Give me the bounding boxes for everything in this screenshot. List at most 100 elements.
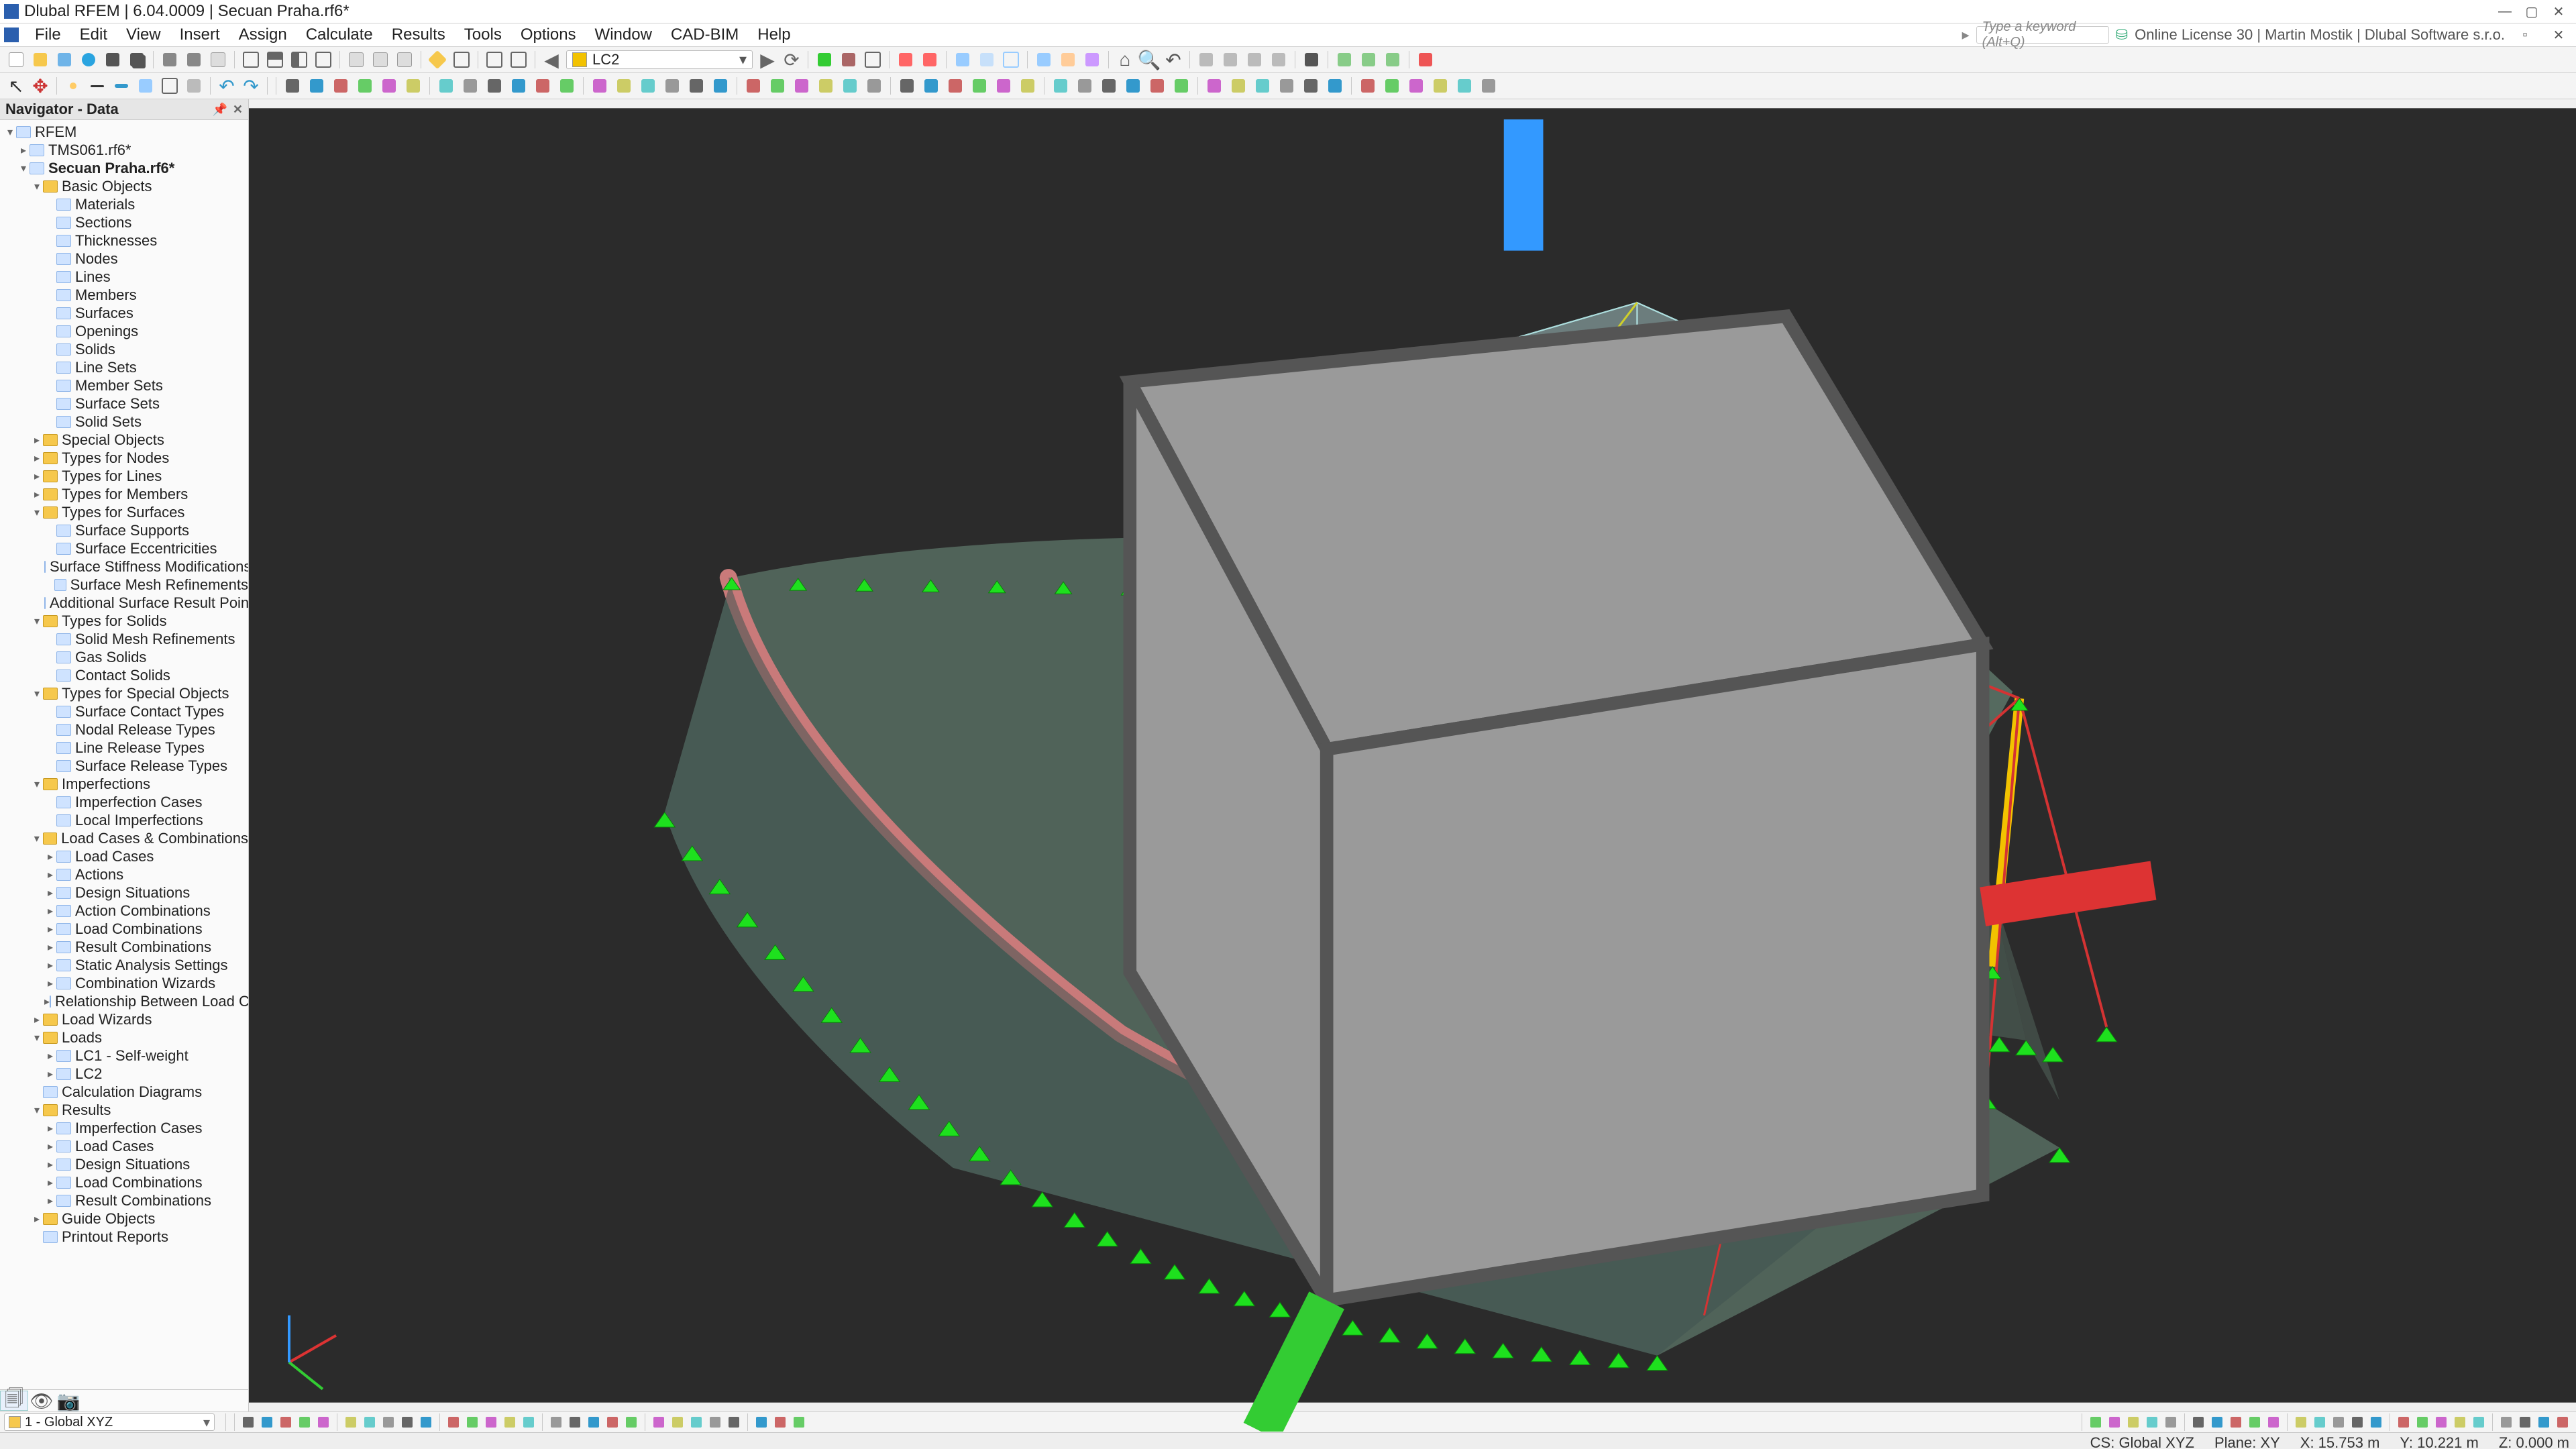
tree-item[interactable]: Surface Contact Types	[0, 702, 248, 720]
tree-item[interactable]: ▾Results	[0, 1101, 248, 1119]
tree-item[interactable]: ▸Load Wizards	[0, 1010, 248, 1028]
tree-item[interactable]: ▸Special Objects	[0, 431, 248, 449]
edit-tool-32[interactable]	[1097, 76, 1120, 96]
tree-item[interactable]: ▸Result Combinations	[0, 1191, 248, 1210]
edit-tool-17[interactable]	[709, 76, 732, 96]
tree-item[interactable]: Materials	[0, 195, 248, 213]
select-button[interactable]: ↖	[5, 76, 28, 96]
zoom-all[interactable]: ⌂	[1114, 50, 1136, 70]
edit-tool-46[interactable]	[1453, 76, 1476, 96]
view-tool-23[interactable]	[2553, 1414, 2572, 1430]
tree-item[interactable]: ▸Combination Wizards	[0, 974, 248, 992]
top-view[interactable]	[1267, 50, 1290, 70]
edit-tool-31[interactable]	[1073, 76, 1096, 96]
edit-tool-29[interactable]	[1016, 76, 1039, 96]
tree-item[interactable]: ▾Imperfections	[0, 775, 248, 793]
tree-item[interactable]: Surface Sets	[0, 394, 248, 413]
tree-item[interactable]: Surface Stiffness Modifications	[0, 557, 248, 576]
edit-tool-38[interactable]	[1251, 76, 1274, 96]
menu-tools[interactable]: Tools	[455, 23, 511, 46]
edit-tool-26[interactable]	[944, 76, 967, 96]
edit-tool-21[interactable]	[814, 76, 837, 96]
tree-item[interactable]: ▸Relationship Between Load Cases	[0, 992, 248, 1010]
edit-tool-14[interactable]	[637, 76, 659, 96]
edit-tool-45[interactable]	[1429, 76, 1452, 96]
print-button[interactable]	[158, 50, 181, 70]
close-panel-icon[interactable]: ✕	[233, 103, 243, 117]
console-button[interactable]	[369, 50, 392, 70]
print-graphic-button[interactable]	[182, 50, 205, 70]
edit-tool-28[interactable]	[992, 76, 1015, 96]
menu-cad-bim[interactable]: CAD-BIM	[661, 23, 748, 46]
tree-item[interactable]: Contact Solids	[0, 666, 248, 684]
edit-tool-27[interactable]	[968, 76, 991, 96]
tree-item[interactable]: ▸LC2	[0, 1065, 248, 1083]
edit-tool-24[interactable]	[896, 76, 918, 96]
tree-item[interactable]: Line Release Types	[0, 739, 248, 757]
side-view[interactable]	[1243, 50, 1266, 70]
edit-tool-42[interactable]	[1356, 76, 1379, 96]
edit-tool-23[interactable]	[863, 76, 885, 96]
tree-item[interactable]: Surface Release Types	[0, 757, 248, 775]
new-model-button[interactable]	[5, 50, 28, 70]
menu-file[interactable]: File	[25, 23, 70, 46]
render-transparent[interactable]	[975, 50, 998, 70]
tree-item[interactable]: Solid Mesh Refinements	[0, 630, 248, 648]
edit-tool-37[interactable]	[1227, 76, 1250, 96]
tree-item[interactable]: Surfaces	[0, 304, 248, 322]
tree-item[interactable]: ▸Imperfection Cases	[0, 1119, 248, 1137]
tree-item[interactable]: Calculation Diagrams	[0, 1083, 248, 1101]
load-case-selector[interactable]: LC2 ▾	[566, 50, 753, 69]
tree-item[interactable]: ▾Types for Special Objects	[0, 684, 248, 702]
keyword-search[interactable]: Type a keyword (Alt+Q)	[1976, 26, 2109, 44]
tree-item[interactable]: ▸Design Situations	[0, 1155, 248, 1173]
edit-tool-36[interactable]	[1203, 76, 1226, 96]
edit-tool-30[interactable]	[1049, 76, 1072, 96]
mdi-close[interactable]: ✕	[2545, 27, 2572, 43]
tree-item[interactable]: Lines	[0, 268, 248, 286]
save-button[interactable]	[101, 50, 124, 70]
iso-view[interactable]	[1195, 50, 1218, 70]
tree-item[interactable]: ▾Types for Solids	[0, 612, 248, 630]
minimize-button[interactable]: —	[2491, 3, 2518, 19]
toggle-loads[interactable]	[837, 50, 860, 70]
addon-2[interactable]	[1357, 50, 1380, 70]
tree-item[interactable]: ▸Load Combinations	[0, 920, 248, 938]
window-split-h[interactable]	[264, 50, 286, 70]
addon-3[interactable]	[1381, 50, 1404, 70]
tree-item[interactable]: ▾Load Cases & Combinations	[0, 829, 248, 847]
tree-item[interactable]: ▸Types for Members	[0, 485, 248, 503]
surface-button[interactable]	[134, 76, 157, 96]
grid-button[interactable]	[483, 50, 506, 70]
tree-item[interactable]: Printout Reports	[0, 1228, 248, 1246]
menu-view[interactable]: View	[117, 23, 170, 46]
tree-item[interactable]: ▸Design Situations	[0, 883, 248, 902]
undo-button[interactable]: ↶	[215, 76, 238, 96]
zoom-window[interactable]: 🔍	[1138, 50, 1161, 70]
nav-tab-data[interactable]: 🗐	[0, 1391, 28, 1411]
edit-tool-8[interactable]	[483, 76, 506, 96]
pin-icon[interactable]: 📌	[212, 103, 227, 117]
navigator-tree[interactable]: ▾RFEM▸TMS061.rf6*▾Secuan Praha.rf6*▾Basi…	[0, 120, 248, 1389]
close-button[interactable]: ✕	[2545, 3, 2572, 19]
tree-item[interactable]: Surface Eccentricities	[0, 539, 248, 557]
measure-button[interactable]	[426, 50, 449, 70]
addon-1[interactable]	[1333, 50, 1356, 70]
opening-button[interactable]	[158, 76, 181, 96]
window-split-4[interactable]	[312, 50, 335, 70]
tree-item[interactable]: ▾Secuan Praha.rf6*	[0, 159, 248, 177]
edit-tool-41[interactable]	[1324, 76, 1346, 96]
view-cube[interactable]	[229, 119, 2556, 1432]
edit-tool-15[interactable]	[661, 76, 684, 96]
report-button[interactable]	[207, 50, 229, 70]
tree-item[interactable]: Sections	[0, 213, 248, 231]
edit-tool-10[interactable]	[531, 76, 554, 96]
tree-item[interactable]: ▾RFEM	[0, 123, 248, 141]
model-viewport[interactable]	[249, 99, 2576, 1411]
tree-item[interactable]: ▸Actions	[0, 865, 248, 883]
colors-3[interactable]	[1081, 50, 1104, 70]
edit-tool-16[interactable]	[685, 76, 708, 96]
colors-1[interactable]	[1032, 50, 1055, 70]
open-block-button[interactable]	[53, 50, 76, 70]
line-button[interactable]	[86, 76, 109, 96]
